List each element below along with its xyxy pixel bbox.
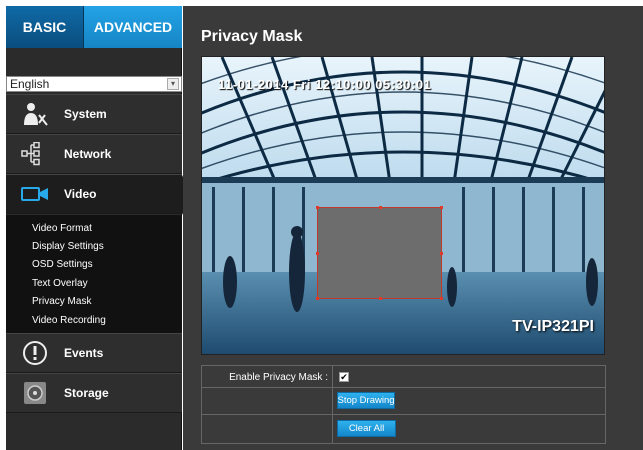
- sidebar-item-label: Events: [64, 346, 104, 360]
- language-select[interactable]: English ▾: [6, 76, 182, 92]
- resize-handle[interactable]: [379, 206, 382, 209]
- clear-all-button[interactable]: Clear All: [337, 420, 396, 437]
- resize-handle[interactable]: [440, 297, 443, 300]
- camera-name-overlay: TV-IP321PI: [512, 318, 594, 335]
- settings-row-clear: Clear All: [202, 415, 605, 443]
- submenu-item[interactable]: Video Format: [32, 223, 92, 234]
- video-timestamp-overlay: 11-01-2014 Fri 12:10:00 05:30:01: [218, 77, 432, 92]
- resize-handle[interactable]: [316, 206, 319, 209]
- submenu-item[interactable]: Video Recording: [32, 315, 106, 326]
- video-preview[interactable]: 11-01-2014 Fri 12:10:00 05:30:01 TV-IP32…: [201, 56, 605, 355]
- enable-privacy-mask-checkbox[interactable]: ✔: [339, 372, 349, 382]
- sidebar-item-storage[interactable]: Storage: [6, 373, 182, 413]
- settings-label-cell: [202, 415, 333, 443]
- settings-label-cell: Enable Privacy Mask :: [202, 366, 333, 387]
- sidebar-item-system[interactable]: System: [6, 94, 182, 134]
- video-frame-image: [202, 57, 604, 354]
- resize-handle[interactable]: [316, 297, 319, 300]
- mode-tabs: BASIC ADVANCED: [6, 6, 182, 48]
- settings-row-stop: Stop Drawing: [202, 388, 605, 415]
- page-title: Privacy Mask: [201, 28, 303, 45]
- enable-privacy-mask-label: Enable Privacy Mask :: [229, 372, 328, 383]
- sidebar-item-label: System: [64, 107, 107, 121]
- exclamation-icon: [18, 339, 52, 367]
- resize-handle[interactable]: [379, 297, 382, 300]
- privacy-mask-settings: Enable Privacy Mask : ✔ Stop Drawing Cle…: [201, 365, 606, 444]
- sidebar-item-video[interactable]: Video: [6, 174, 192, 215]
- settings-label-cell: [202, 388, 333, 414]
- resize-handle[interactable]: [440, 206, 443, 209]
- tab-advanced[interactable]: ADVANCED: [84, 6, 182, 48]
- submenu-item[interactable]: Display Settings: [32, 241, 104, 252]
- video-submenu: Video Format Display Settings OSD Settin…: [6, 215, 182, 337]
- network-icon: [18, 140, 52, 168]
- wrench-person-icon: [18, 100, 52, 128]
- sidebar-item-events[interactable]: Events: [6, 333, 182, 373]
- stop-drawing-button[interactable]: Stop Drawing: [337, 392, 395, 409]
- settings-row-enable: Enable Privacy Mask : ✔: [202, 366, 605, 388]
- sidebar: BASIC ADVANCED English ▾ System Network …: [6, 6, 192, 450]
- submenu-item[interactable]: Text Overlay: [32, 278, 88, 289]
- tab-basic[interactable]: BASIC: [6, 6, 84, 48]
- submenu-item[interactable]: OSD Settings: [32, 259, 93, 270]
- sidebar-item-label: Video: [64, 187, 97, 201]
- disk-icon: [18, 379, 52, 407]
- privacy-mask-region[interactable]: [316, 206, 443, 300]
- resize-handle[interactable]: [316, 252, 319, 255]
- video-camera-icon: [18, 180, 52, 208]
- sidebar-item-label: Storage: [64, 386, 109, 400]
- sidebar-item-label: Network: [64, 147, 112, 161]
- chevron-down-icon[interactable]: ▾: [167, 78, 179, 90]
- resize-handle[interactable]: [440, 252, 443, 255]
- submenu-item-active[interactable]: Privacy Mask: [32, 296, 91, 307]
- sidebar-item-network[interactable]: Network: [6, 134, 182, 174]
- language-select-value: English: [10, 77, 50, 91]
